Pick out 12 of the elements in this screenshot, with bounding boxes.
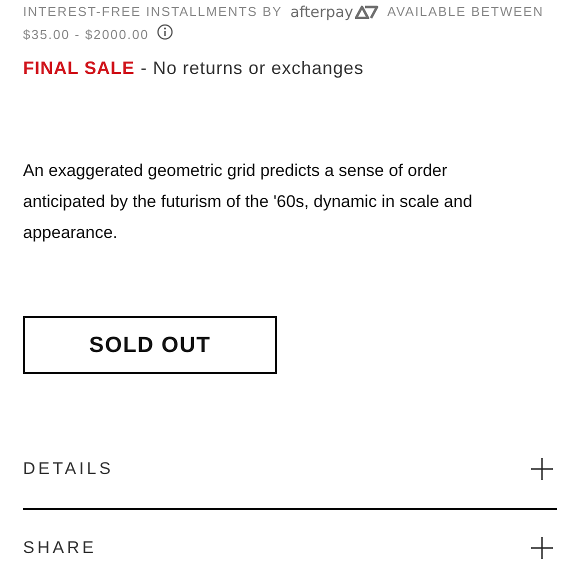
- section-title[interactable]: DETAILS: [23, 459, 114, 479]
- afterpay-logo: afterpay: [290, 2, 380, 20]
- product-description: An exaggerated geometric grid predicts a sense of order anticipated by the futurism of the '60s, dynamic in scale and appearance.: [23, 160, 474, 244]
- section-title[interactable]: SHARE: [23, 538, 97, 558]
- plus-icon[interactable]: [530, 536, 554, 560]
- availability-text: AVAILABLE BETWEEN: [387, 4, 544, 19]
- info-icon[interactable]: [156, 24, 173, 40]
- final-sale-label: FINAL SALE: [23, 58, 135, 79]
- final-sale-note: - No returns or exchanges: [140, 58, 364, 79]
- price-range: $35.00 - $2000.00: [23, 27, 149, 42]
- plus-icon[interactable]: [530, 457, 554, 481]
- installments-text: INTEREST-FREE INSTALLMENTS BY: [23, 4, 282, 19]
